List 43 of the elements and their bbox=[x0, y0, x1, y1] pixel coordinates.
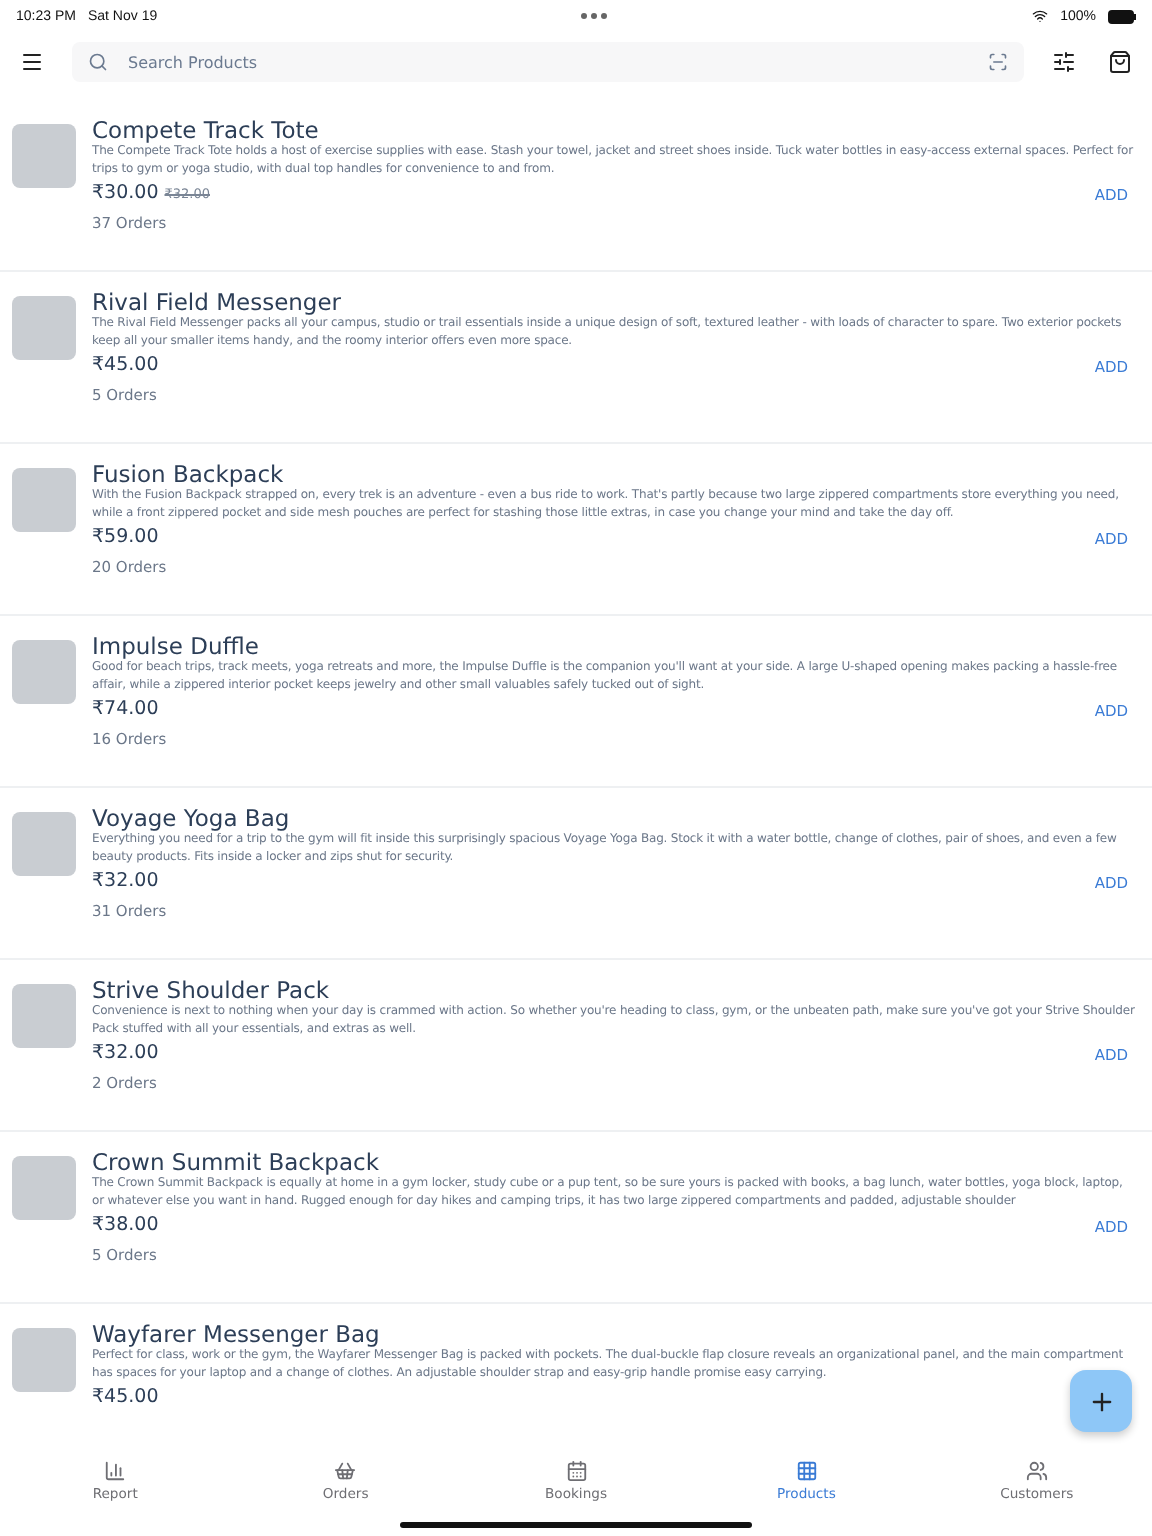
product-price: ₹38.00 bbox=[92, 1214, 159, 1236]
product-price: ₹59.00 bbox=[92, 526, 159, 548]
product-name: Voyage Yoga Bag bbox=[92, 804, 292, 832]
photo-placeholder bbox=[12, 640, 76, 704]
product-price: ₹45.00 bbox=[92, 354, 159, 376]
product-name: Wayfarer Messenger Bag bbox=[92, 1320, 382, 1348]
dots-icon bbox=[580, 12, 609, 20]
product-name: Compete Track Tote bbox=[92, 116, 321, 144]
wifi-icon bbox=[1032, 8, 1049, 24]
photo-placeholder bbox=[12, 812, 76, 876]
product-name: Impulse Duffle bbox=[92, 632, 261, 660]
product-name: Rival Field Messenger bbox=[92, 288, 344, 316]
product-price: ₹30.00 bbox=[92, 182, 159, 204]
calendar-icon bbox=[565, 1460, 587, 1482]
product-name: Fusion Backpack bbox=[92, 460, 286, 488]
photo-placeholder bbox=[12, 1156, 76, 1220]
product-price: ₹74.00 bbox=[92, 698, 159, 720]
search-bar[interactable]: Search Products bbox=[72, 42, 1024, 82]
photo-placeholder bbox=[12, 468, 76, 532]
bag-button[interactable] bbox=[1104, 46, 1136, 78]
basket-icon bbox=[334, 1460, 357, 1482]
search-field[interactable]: Search Products bbox=[124, 51, 972, 73]
grid-icon bbox=[795, 1460, 818, 1482]
product-price: ₹45.00 bbox=[92, 1386, 159, 1408]
menu-icon bbox=[20, 50, 44, 74]
people-icon bbox=[1025, 1460, 1048, 1482]
product-name: Crown Summit Backpack bbox=[92, 1148, 381, 1176]
battery-icon bbox=[1108, 9, 1137, 23]
product-name: Strive Shoulder Pack bbox=[92, 976, 332, 1004]
filter-button[interactable] bbox=[1048, 46, 1080, 78]
search-icon bbox=[88, 52, 108, 72]
bar-chart-icon bbox=[104, 1460, 127, 1482]
add-fab-button[interactable] bbox=[1070, 1370, 1132, 1432]
bag-icon bbox=[1108, 50, 1132, 74]
photo-placeholder bbox=[12, 1328, 76, 1392]
photo-placeholder bbox=[12, 124, 76, 188]
scan-icon[interactable] bbox=[988, 52, 1008, 72]
product-price: ₹32.00 bbox=[92, 870, 159, 892]
photo-placeholder bbox=[12, 984, 76, 1048]
sliders-icon bbox=[1052, 50, 1076, 74]
product-price: ₹32.00 bbox=[92, 1042, 159, 1064]
plus-icon bbox=[1087, 1387, 1115, 1415]
photo-placeholder bbox=[12, 296, 76, 360]
